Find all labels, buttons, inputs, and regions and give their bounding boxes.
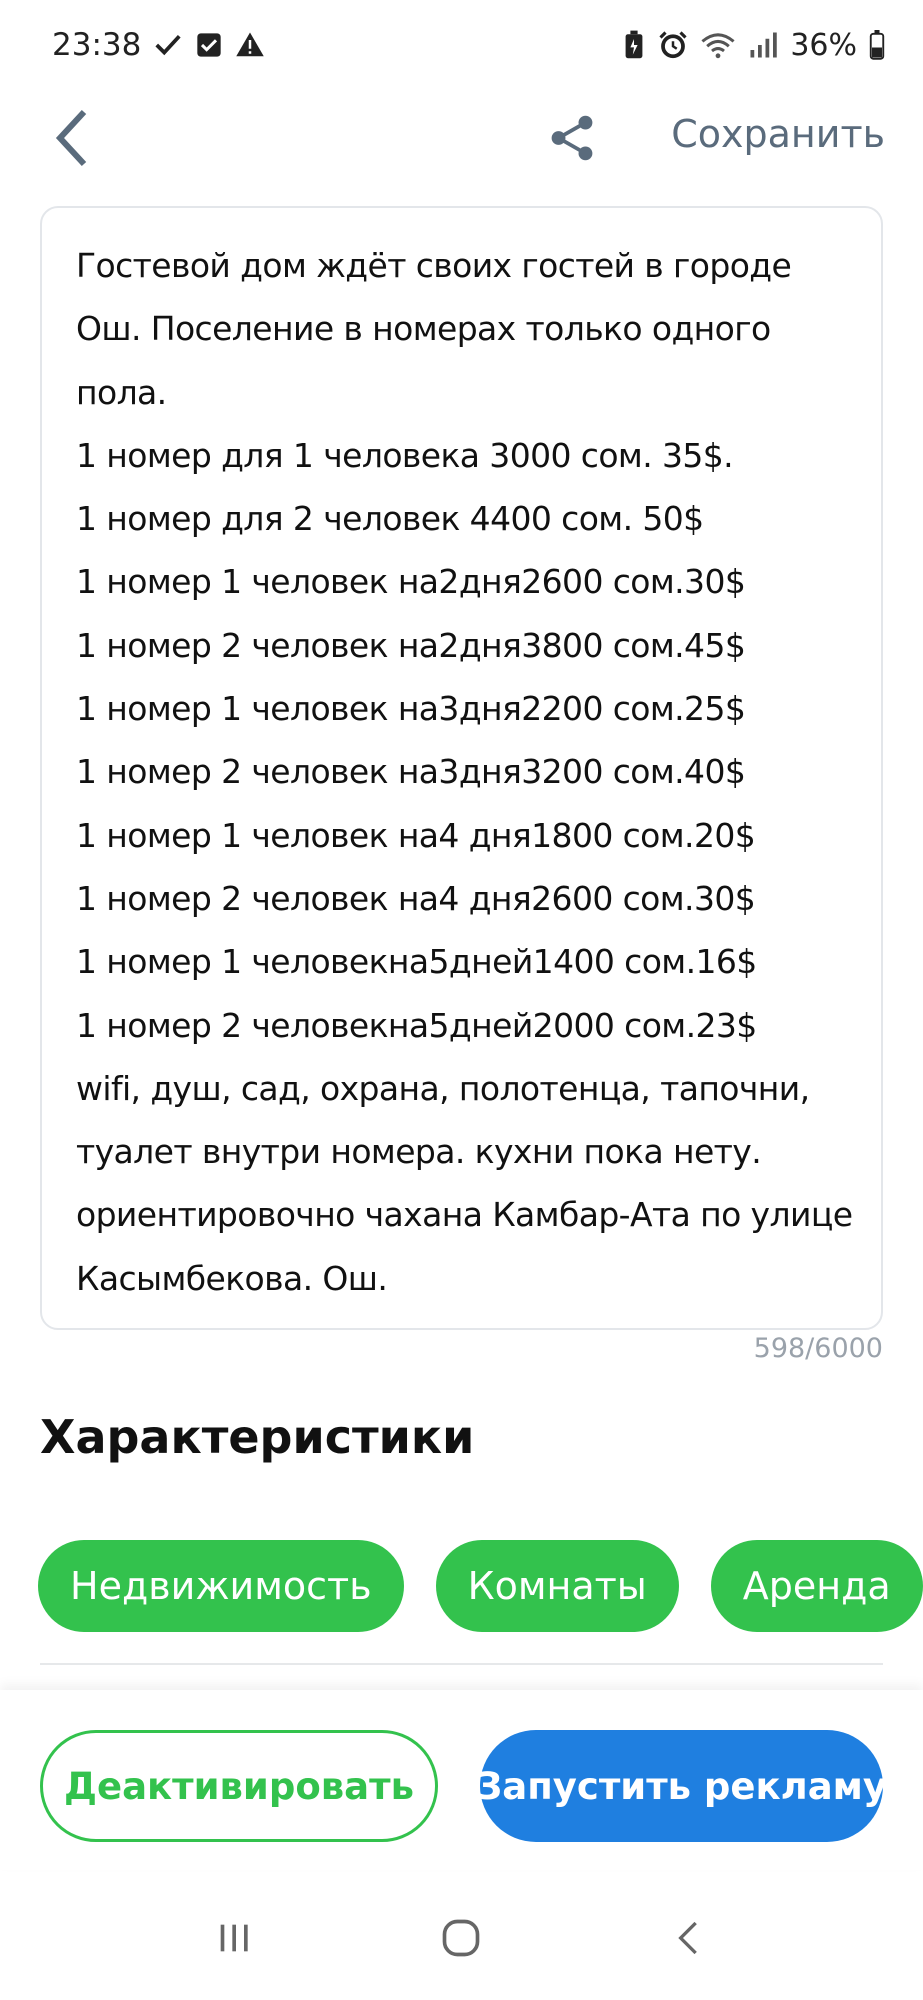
battery-saver-icon (622, 30, 646, 60)
chip-rent[interactable]: Аренда (710, 1540, 923, 1632)
status-time: 23:38 (52, 27, 142, 63)
top-app-bar: Сохранить (0, 90, 923, 190)
recent-apps-button[interactable] (194, 1900, 274, 1980)
battery-percent: 36% (790, 27, 857, 63)
section-title-characteristics: Характеристики (40, 1410, 475, 1464)
signal-icon (748, 30, 778, 60)
status-bar: 23:38 36% (0, 0, 923, 90)
recent-apps-icon (214, 1918, 254, 1962)
deactivate-button[interactable]: Деактивировать (40, 1730, 438, 1842)
home-icon (439, 1916, 483, 1964)
description-text: Гостевой дом ждёт своих гостей в городе … (76, 246, 853, 1298)
save-button[interactable]: Сохранить (671, 112, 885, 156)
description-textarea[interactable]: Гостевой дом ждёт своих гостей в городе … (40, 206, 883, 1330)
alarm-icon (658, 30, 688, 60)
chip-rooms[interactable]: Комнаты (435, 1540, 679, 1632)
chip-real-estate[interactable]: Недвижимость (38, 1540, 404, 1632)
char-counter: 598/6000 (753, 1333, 883, 1364)
divider (40, 1663, 883, 1665)
chevron-left-icon (52, 108, 92, 172)
home-button[interactable] (421, 1900, 501, 1980)
share-button[interactable] (542, 108, 602, 172)
wifi-icon (700, 30, 736, 60)
warning-icon (235, 30, 265, 60)
battery-icon (869, 30, 885, 60)
check-icon (153, 30, 183, 60)
status-left: 23:38 (52, 27, 265, 63)
system-nav-bar (0, 1880, 923, 2000)
bottom-action-bar: Деактивировать Запустить рекламу (0, 1690, 923, 1870)
chips-row: Недвижимость Комнаты Аренда (38, 1540, 923, 1632)
launch-ads-button[interactable]: Запустить рекламу (476, 1730, 887, 1842)
share-icon (548, 113, 596, 167)
status-right: 36% (622, 28, 885, 63)
chips-scroll-area[interactable]: Недвижимость Комнаты Аренда (0, 1530, 923, 1642)
back-icon (669, 1918, 709, 1962)
nav-back-button[interactable] (649, 1900, 729, 1980)
checkbox-icon (195, 31, 223, 59)
back-button[interactable] (42, 102, 102, 178)
